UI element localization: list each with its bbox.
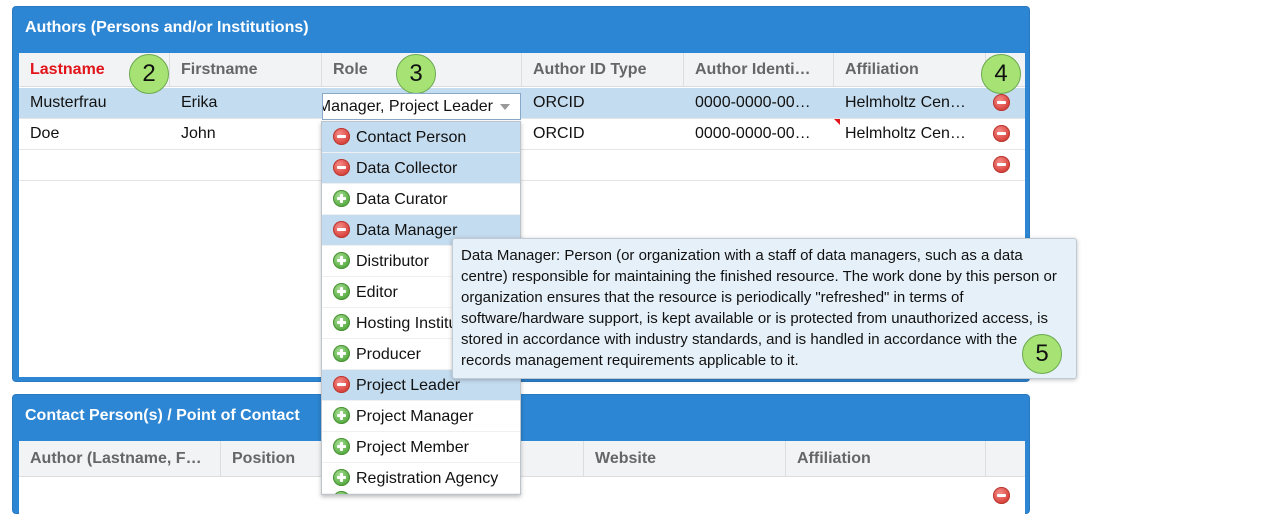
role-option-label[interactable]: Registration Agency (356, 463, 498, 493)
annotation-badge-5: 5 (1022, 334, 1062, 374)
role-select[interactable]: Data Manager, Project Leader (322, 93, 521, 120)
add-icon[interactable] (333, 190, 350, 207)
cell-lastname[interactable]: Doe (19, 119, 170, 149)
role-option-label[interactable]: Producer (356, 339, 421, 369)
col-position[interactable]: Position (221, 441, 324, 477)
annotation-badge-4: 4 (981, 54, 1021, 94)
col-firstname[interactable]: Firstname (170, 53, 322, 87)
table-row[interactable]: Doe John ORCID 0000-0000-00… Helmholtz C… (19, 119, 1025, 150)
col-website[interactable]: Website (584, 441, 786, 477)
remove-row-icon[interactable] (993, 94, 1010, 111)
cell-id-type[interactable]: ORCID (522, 119, 684, 149)
role-option-label[interactable]: Data Manager (356, 215, 457, 245)
role-option-label[interactable]: Editor (356, 277, 398, 307)
role-description-tooltip: Data Manager: Person (or organization wi… (452, 238, 1077, 379)
role-option-label[interactable]: Project Member (356, 432, 469, 462)
contact-table-header: Author (Lastname, F… Position Website Af… (19, 441, 1025, 477)
col-affiliation[interactable]: Affiliation (834, 53, 986, 87)
role-option-registration-agency[interactable]: Registration Agency (322, 463, 520, 494)
col-author[interactable]: Author (Lastname, F… (19, 441, 221, 477)
add-icon[interactable] (333, 345, 350, 362)
role-option-label[interactable]: Data Curator (356, 184, 448, 214)
chevron-down-icon[interactable] (500, 104, 510, 110)
cell-affiliation[interactable]: Helmholtz Cen… (834, 88, 986, 118)
remove-icon[interactable] (333, 159, 350, 176)
role-option-data-curator[interactable]: Data Curator (322, 184, 520, 215)
cell-id-type[interactable]: ORCID (522, 88, 684, 118)
add-icon[interactable] (333, 252, 350, 269)
remove-icon[interactable] (333, 128, 350, 145)
cell-affiliation[interactable]: Helmholtz Cen… (834, 119, 986, 149)
dirty-cell-marker (834, 119, 840, 125)
add-icon[interactable] (333, 469, 350, 486)
col-author-id-type[interactable]: Author ID Type (522, 53, 684, 87)
role-option-label[interactable]: Contact Person (356, 122, 466, 152)
role-option-label[interactable]: Project Manager (356, 401, 473, 431)
cell-identifier[interactable]: 0000-0000-00… (684, 119, 834, 149)
role-option-label[interactable]: Project Leader (356, 370, 460, 400)
contact-panel-title: Contact Person(s) / Point of Contact (25, 407, 300, 424)
remove-row-icon[interactable] (993, 125, 1010, 142)
contact-table: Author (Lastname, F… Position Website Af… (19, 441, 1025, 521)
add-icon[interactable] (333, 283, 350, 300)
col-contact-affiliation[interactable]: Affiliation (786, 441, 986, 477)
col-author-identifier[interactable]: Author Identi… (684, 53, 834, 87)
role-option-label[interactable]: Distributor (356, 246, 429, 276)
table-row[interactable]: Musterfrau Erika ORCID 0000-0000-00… Hel… (19, 88, 1025, 119)
role-option-label[interactable]: Data Collector (356, 153, 457, 183)
cell-firstname[interactable]: Erika (170, 88, 322, 118)
add-icon[interactable] (333, 314, 350, 331)
role-select-value[interactable]: Data Manager, Project Leader (323, 94, 493, 119)
role-option-data-collector[interactable]: Data Collector (322, 153, 520, 184)
table-row-empty[interactable] (19, 150, 1025, 181)
role-option-project-member[interactable]: Project Member (322, 432, 520, 463)
remove-icon[interactable] (333, 221, 350, 238)
remove-row-icon[interactable] (993, 487, 1010, 504)
role-option-contact-person[interactable]: Contact Person (322, 122, 520, 153)
annotation-badge-2: 2 (129, 54, 169, 94)
authors-panel-title: Authors (Persons and/or Institutions) (25, 19, 309, 36)
cell-firstname[interactable]: John (170, 119, 322, 149)
cell-identifier[interactable]: 0000-0000-00… (684, 88, 834, 118)
contact-panel: Contact Person(s) / Point of Contact Aut… (12, 394, 1030, 521)
remove-row-icon[interactable] (993, 156, 1010, 173)
annotation-badge-3: 3 (396, 54, 436, 94)
add-icon[interactable] (333, 407, 350, 424)
remove-icon[interactable] (333, 376, 350, 393)
role-option-project-manager[interactable]: Project Manager (322, 401, 520, 432)
authors-table-header: Lastname Firstname Role Author ID Type A… (19, 53, 1025, 87)
add-icon[interactable] (333, 438, 350, 455)
